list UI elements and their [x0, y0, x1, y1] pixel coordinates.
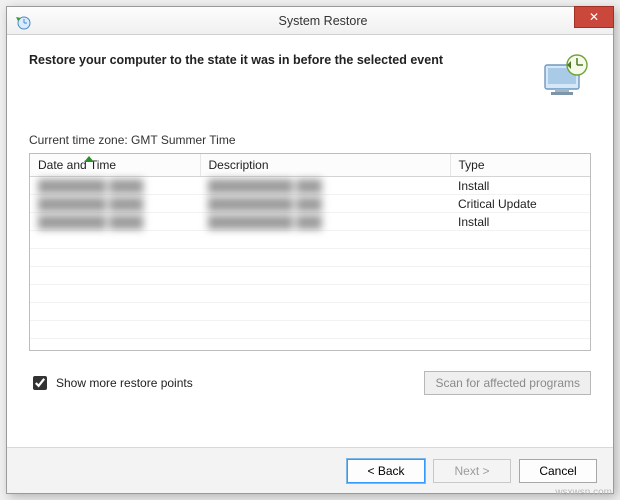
column-date-time[interactable]: Date and Time: [30, 154, 200, 177]
cell-date: ████████ ████: [30, 195, 200, 213]
cell-date: ████████ ████: [30, 177, 200, 195]
cell-desc: ██████████ ███: [200, 195, 450, 213]
cell-desc: ██████████ ███: [200, 177, 450, 195]
cell-type: Critical Update: [450, 195, 590, 213]
table-row: [30, 231, 590, 249]
content-area: Restore your computer to the state it wa…: [7, 35, 613, 405]
table-row: [30, 321, 590, 339]
close-button[interactable]: ✕: [574, 6, 614, 28]
table-row[interactable]: ████████ ████ ██████████ ███ Install: [30, 177, 590, 195]
cell-desc: ██████████ ███: [200, 213, 450, 231]
watermark: wsxwsn.com: [555, 487, 612, 498]
table-row: [30, 303, 590, 321]
column-type[interactable]: Type: [450, 154, 590, 177]
table-row: [30, 267, 590, 285]
titlebar[interactable]: System Restore ✕: [7, 7, 613, 35]
next-button: Next >: [433, 459, 511, 483]
table-row: [30, 249, 590, 267]
page-headline: Restore your computer to the state it wa…: [29, 49, 525, 67]
system-restore-window: System Restore ✕ Restore your computer t…: [6, 6, 614, 494]
table-header-row: Date and Time Description Type: [30, 154, 590, 177]
column-description[interactable]: Description: [200, 154, 450, 177]
show-more-checkbox[interactable]: [33, 376, 47, 390]
back-button[interactable]: < Back: [347, 459, 425, 483]
scan-affected-programs-button: Scan for affected programs: [424, 371, 591, 395]
show-more-label: Show more restore points: [56, 376, 193, 390]
cell-date: ████████ ████: [30, 213, 200, 231]
table-row[interactable]: ████████ ████ ██████████ ███ Critical Up…: [30, 195, 590, 213]
table-row[interactable]: ████████ ████ ██████████ ███ Install: [30, 213, 590, 231]
system-restore-large-icon: [539, 49, 591, 101]
cell-type: Install: [450, 213, 590, 231]
close-icon: ✕: [589, 10, 599, 24]
cancel-button[interactable]: Cancel: [519, 459, 597, 483]
window-title: System Restore: [33, 14, 613, 28]
show-more-restore-points[interactable]: Show more restore points: [29, 373, 193, 393]
system-restore-icon: [13, 11, 33, 31]
restore-points-table[interactable]: Date and Time Description Type ████████ …: [29, 153, 591, 351]
timezone-label: Current time zone: GMT Summer Time: [29, 133, 591, 147]
table-row: [30, 285, 590, 303]
wizard-footer: < Back Next > Cancel: [7, 447, 613, 493]
cell-type: Install: [450, 177, 590, 195]
